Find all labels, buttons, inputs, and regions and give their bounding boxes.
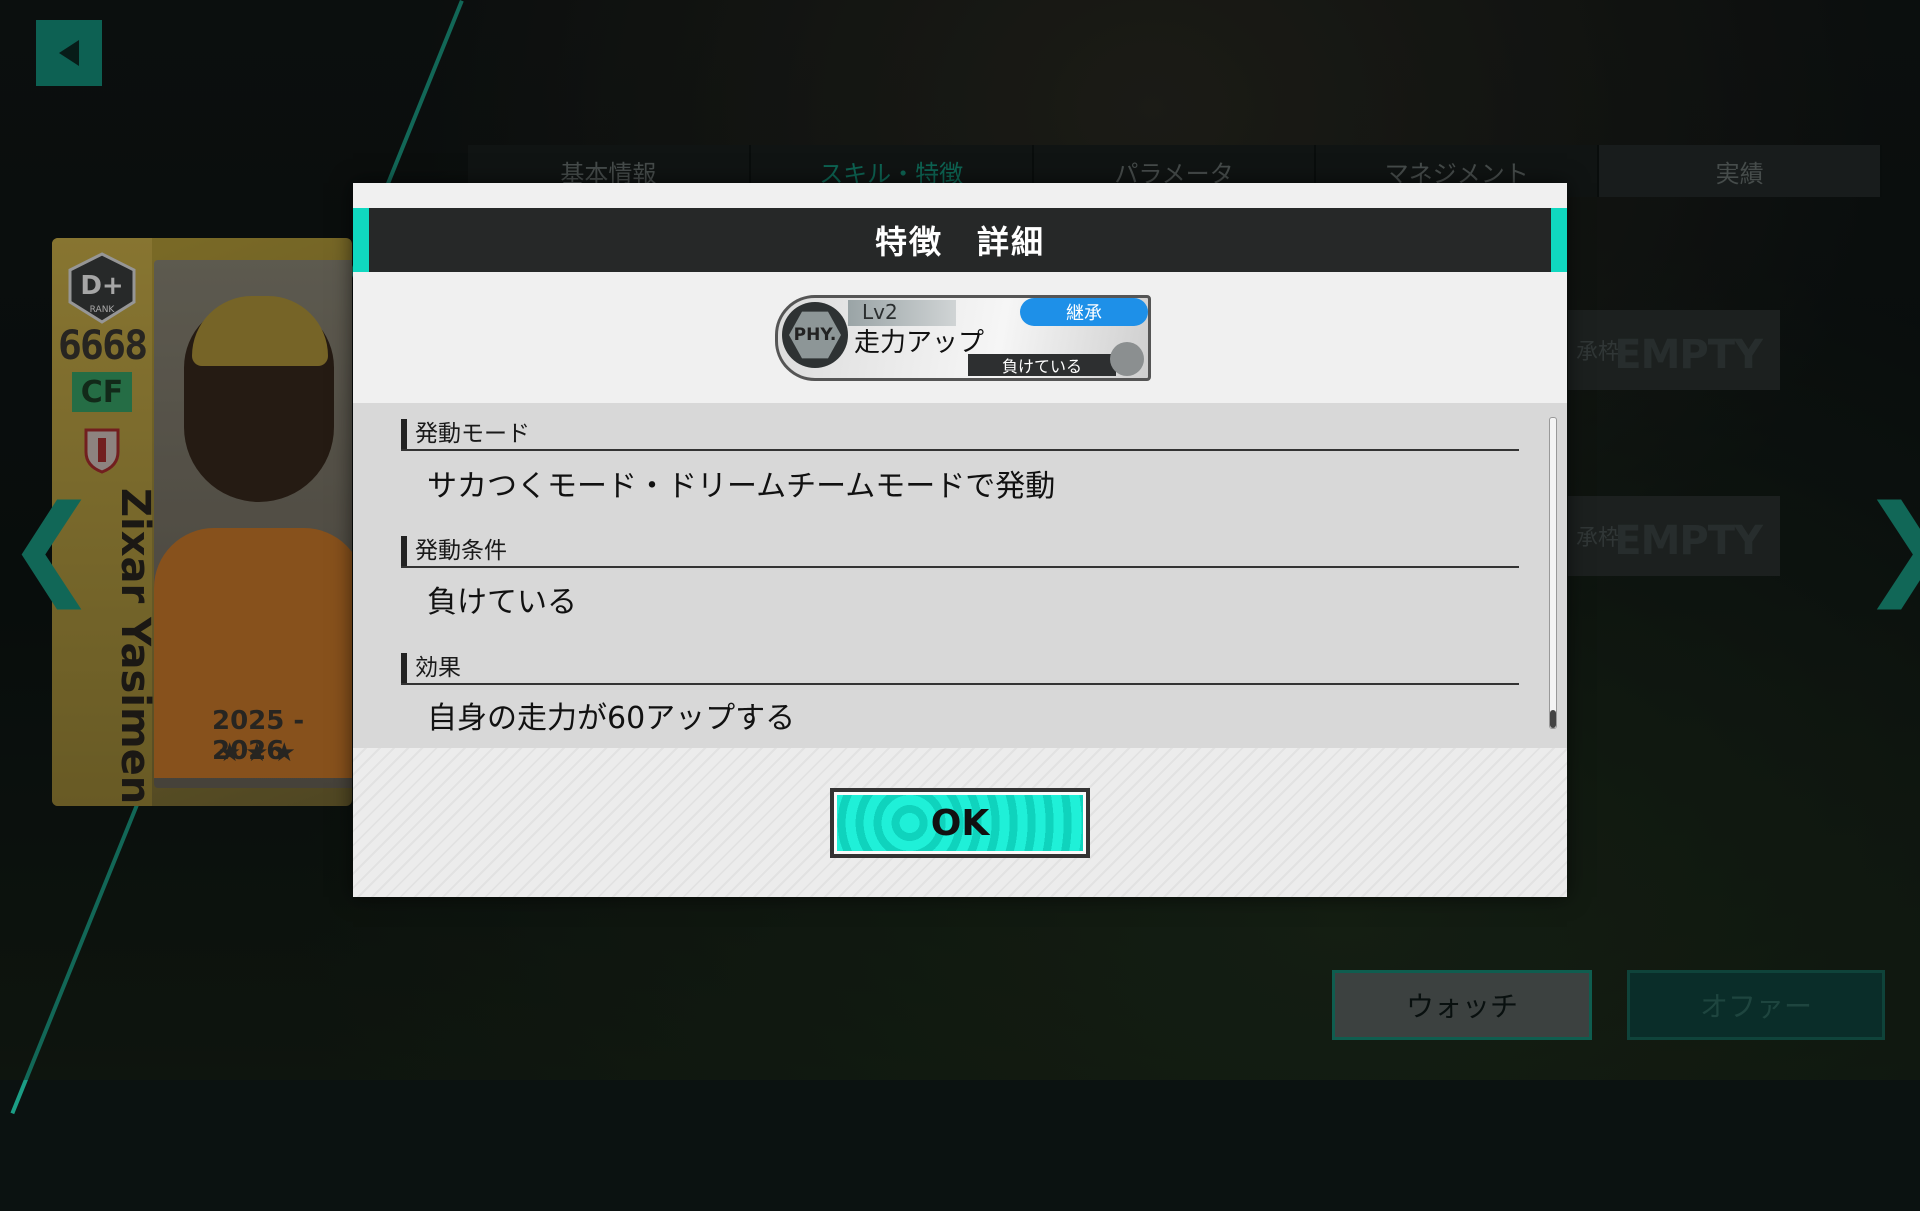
header-accent xyxy=(353,208,369,272)
content-scrollbar[interactable] xyxy=(1549,417,1557,729)
section-title-mode: 発動モード xyxy=(401,419,530,449)
skill-detail-content[interactable]: 発動モード サカつくモード・ドリームチームモードで発動 発動条件 負けている 効… xyxy=(353,403,1567,748)
skill-badge: PHY. Lv2 継承 走力アップ 負けている xyxy=(775,295,1151,381)
condition-icon xyxy=(1110,342,1144,376)
section-title-condition: 発動条件 xyxy=(401,536,507,566)
section-body-condition: 負けている xyxy=(427,585,577,620)
section-divider xyxy=(401,566,1519,568)
skill-condition-tag: 負けている xyxy=(968,354,1116,376)
section-title-effect: 効果 xyxy=(401,653,461,683)
modal-title: 特徴 詳細 xyxy=(874,223,1045,261)
scrollbar-thumb[interactable] xyxy=(1550,710,1556,728)
modal-header: 特徴 詳細 xyxy=(353,208,1567,272)
skill-detail-modal: 特徴 詳細 PHY. Lv2 継承 走力アップ 負けている 発動モード サカつく… xyxy=(353,183,1567,897)
section-body-mode: サカつくモード・ドリームチームモードで発動 xyxy=(427,469,1056,504)
phy-hex-icon: PHY. xyxy=(782,302,848,368)
ok-button[interactable]: OK xyxy=(830,788,1090,858)
skill-name: 走力アップ xyxy=(854,328,985,358)
phy-label: PHY. xyxy=(789,311,841,359)
section-divider xyxy=(401,683,1519,685)
inherit-badge: 継承 xyxy=(1020,298,1148,326)
section-body-effect: 自身の走力が60アップする xyxy=(427,701,796,736)
header-accent xyxy=(1551,208,1567,272)
section-divider xyxy=(401,449,1519,451)
